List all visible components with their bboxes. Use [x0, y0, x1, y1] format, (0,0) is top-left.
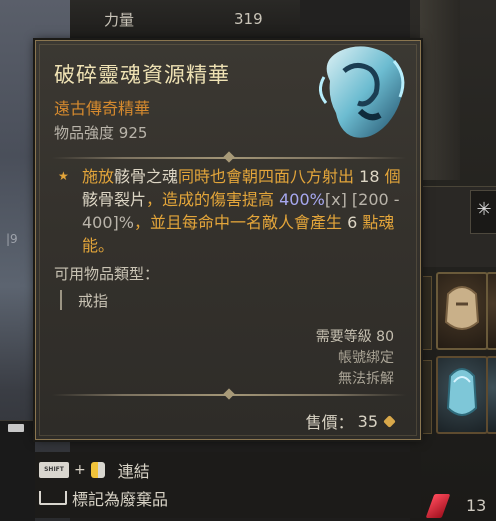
- affix-value: 400%: [279, 190, 325, 209]
- shift-key-icon: SHIFT: [39, 462, 69, 478]
- hint-link-label: 連結: [117, 462, 150, 481]
- item-type-bar: [60, 290, 62, 310]
- sell-price-value: 35: [357, 411, 378, 431]
- scene-pillar: [420, 0, 460, 180]
- item-count: 13: [466, 496, 487, 515]
- hint-mark-junk[interactable]: 標記為廢棄品: [39, 486, 168, 510]
- separator-ornament: [223, 388, 235, 400]
- sell-price-label: 售價：: [305, 413, 354, 432]
- scene-top-right: [300, 0, 410, 45]
- left-mark: |9: [6, 232, 18, 246]
- affix-text: 同時也會朝四面八方射出: [178, 167, 355, 186]
- affix-description: 施放骸骨之魂同時也會朝四面八方射出 18 個 骸骨裂片，造成的傷害提高 400%…: [82, 165, 402, 257]
- level-requirement: 需要等級 80: [315, 329, 394, 345]
- affix-skill-name: 骸骨之魂: [114, 167, 179, 186]
- affix-skill-name: 骸骨裂片: [82, 190, 147, 209]
- affix-value: 18: [359, 167, 380, 186]
- plus-sign: +: [74, 462, 86, 478]
- sell-price: 售價： 35: [305, 409, 396, 433]
- item-title: 破碎靈魂資源精華: [54, 63, 230, 87]
- hint-mark-junk-label: 標記為廢棄品: [72, 490, 169, 509]
- item-rarity: 遠古傳奇精華: [54, 99, 151, 118]
- inventory-slot[interactable]: [486, 272, 496, 350]
- separator-ornament: [223, 151, 235, 163]
- item-requirements: 需要等級 80 帳號綁定 無法拆解: [316, 327, 394, 390]
- space-key-icon: [39, 491, 67, 505]
- item-type: 戒指: [78, 292, 109, 310]
- left-key-icon: [8, 424, 24, 432]
- stat-label: 力量: [104, 11, 135, 29]
- action-hints: SHIFT + 連結 標記為廢棄品: [35, 452, 421, 518]
- inventory-slot-selected[interactable]: [436, 356, 488, 434]
- skill-slot[interactable]: ✳: [470, 190, 496, 234]
- aspect-icon: [446, 368, 478, 416]
- affix-text: ，造成的傷害提高: [146, 190, 275, 209]
- affix-value: 6: [347, 213, 358, 232]
- affix-text: 施放: [82, 167, 115, 186]
- item-power: 物品強度 925: [54, 122, 147, 143]
- helm-icon: [444, 286, 480, 330]
- sparkle-icon: ✳: [476, 199, 492, 220]
- item-power-label: 物品強度: [54, 124, 115, 142]
- stat-row: 力量 319: [70, 0, 303, 36]
- inventory-slot[interactable]: [436, 272, 488, 350]
- item-types-label: 可用物品類型：: [54, 265, 160, 283]
- account-bound: 帳號綁定: [338, 350, 394, 366]
- inventory-slot[interactable]: [486, 356, 496, 434]
- unsalvageable: 無法拆解: [338, 371, 394, 387]
- item-power-value: 925: [118, 124, 148, 142]
- affix-text: ，並且每命中一名敵人會產生: [133, 213, 342, 232]
- mouse-left-icon: [90, 462, 105, 478]
- affix-star-icon: ★: [58, 169, 69, 183]
- left-panel: [0, 420, 35, 521]
- stat-value: 319: [234, 10, 263, 28]
- coin-icon: [383, 414, 396, 428]
- hint-link[interactable]: SHIFT + 連結: [39, 458, 150, 482]
- item-aspect-icon: [319, 46, 405, 138]
- affix-text: 個: [384, 167, 401, 186]
- item-tooltip: 破碎靈魂資源精華 遠古傳奇精華 物品強度 925 ★ 施放骸骨之魂同時也會朝四面…: [35, 40, 421, 440]
